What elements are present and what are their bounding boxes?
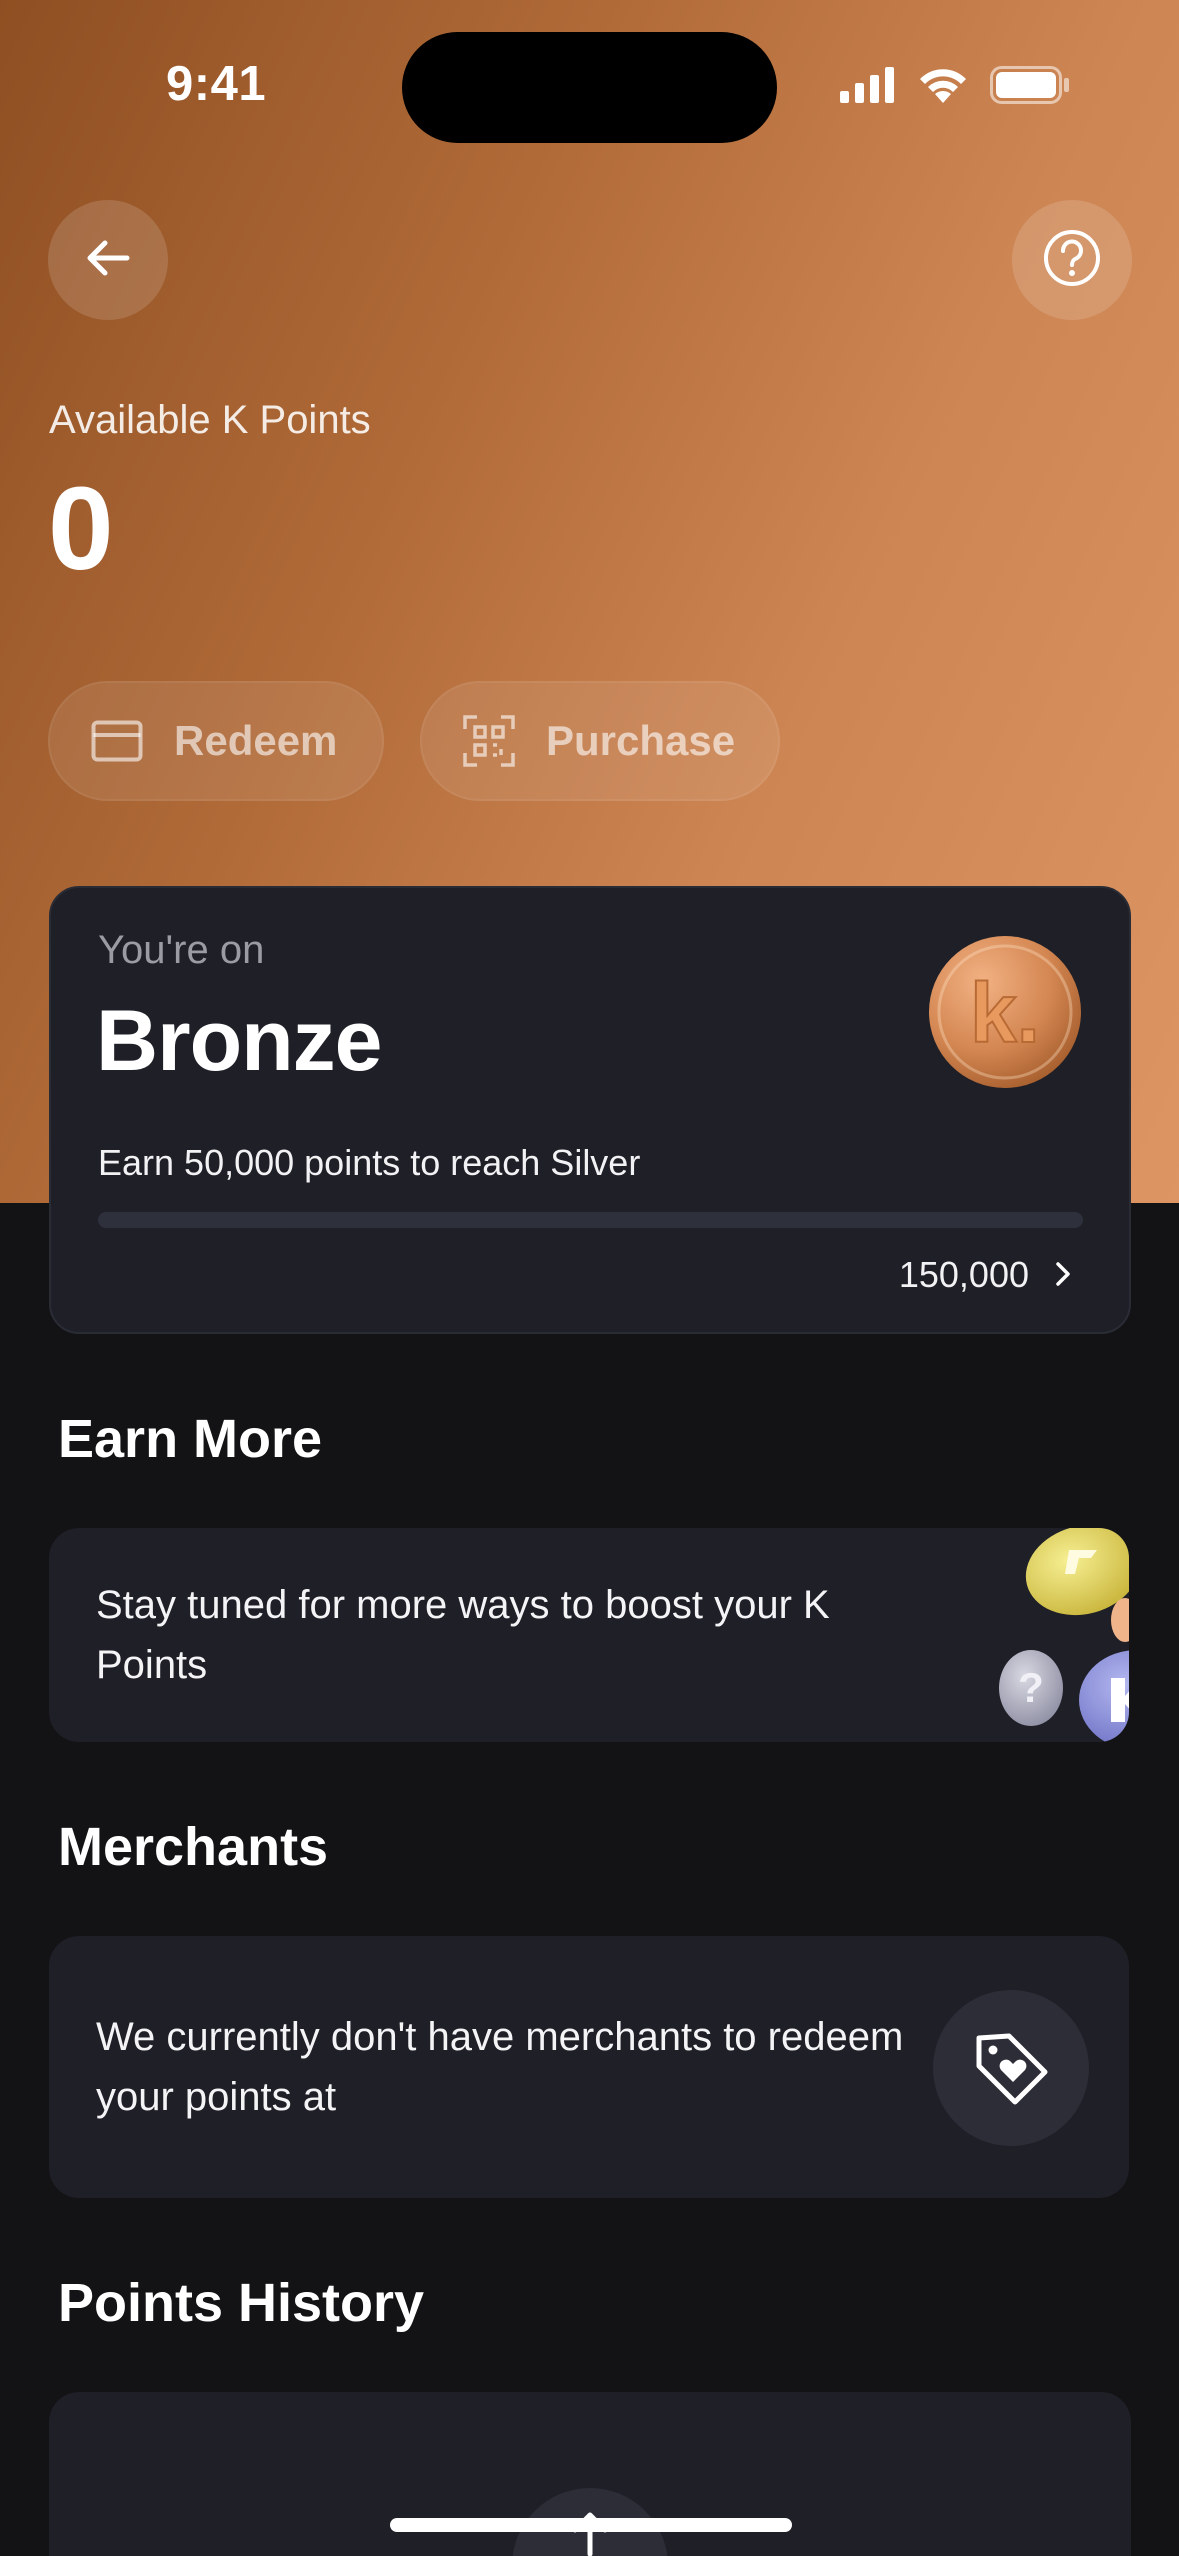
qr-scan-icon — [462, 714, 516, 768]
svg-text:?: ? — [1018, 1664, 1044, 1711]
redeem-label: Redeem — [174, 717, 338, 764]
status-icons — [840, 66, 1070, 109]
help-icon — [1042, 228, 1102, 293]
help-button[interactable] — [1012, 200, 1132, 320]
back-button[interactable] — [48, 200, 168, 320]
tier-name: Bronze — [96, 993, 382, 1089]
battery-icon — [990, 66, 1070, 109]
earn-more-title: Earn More — [58, 1409, 323, 1469]
bronze-coin-icon: k. — [927, 934, 1083, 1090]
back-arrow-icon — [83, 233, 133, 288]
dynamic-island — [402, 32, 777, 143]
tier-target-link[interactable]: 150,000 — [899, 1254, 1071, 1296]
tier-earn-text: Earn 50,000 points to reach Silver — [98, 1142, 641, 1183]
merchants-card: We currently don't have merchants to red… — [49, 1936, 1129, 2198]
chevron-right-icon — [1055, 1254, 1071, 1296]
purchase-button[interactable]: Purchase — [420, 681, 780, 801]
tier-progress-bar — [98, 1212, 1083, 1228]
signal-icon — [840, 67, 896, 108]
coin-letter: k. — [970, 966, 1040, 1060]
tag-heart-icon — [933, 1990, 1089, 2146]
available-points-label: Available K Points — [49, 398, 371, 442]
redeem-button[interactable]: Redeem — [48, 681, 384, 801]
tier-card[interactable]: You're on Bronze k. Earn 50,000 points t… — [49, 886, 1131, 1334]
merchants-title: Merchants — [58, 1817, 329, 1877]
earn-more-card: Stay tuned for more ways to boost your K… — [49, 1528, 1129, 1742]
wifi-icon — [918, 66, 968, 109]
status-time: 9:41 — [166, 57, 267, 111]
status-bar: 9:41 — [0, 0, 1179, 170]
tier-subtitle: You're on — [98, 928, 265, 972]
earn-more-text: Stay tuned for more ways to boost your K… — [96, 1583, 830, 1687]
merchants-text: We currently don't have merchants to red… — [96, 2015, 904, 2119]
purchase-label: Purchase — [546, 717, 736, 764]
home-indicator[interactable] — [390, 2518, 792, 2532]
points-history-title: Points History — [58, 2273, 425, 2333]
tier-target-value: 150,000 — [898, 1254, 1029, 1295]
coins-illustration: ? — [929, 1528, 1129, 1742]
points-balance: 0 — [48, 463, 114, 595]
card-icon — [90, 714, 144, 768]
